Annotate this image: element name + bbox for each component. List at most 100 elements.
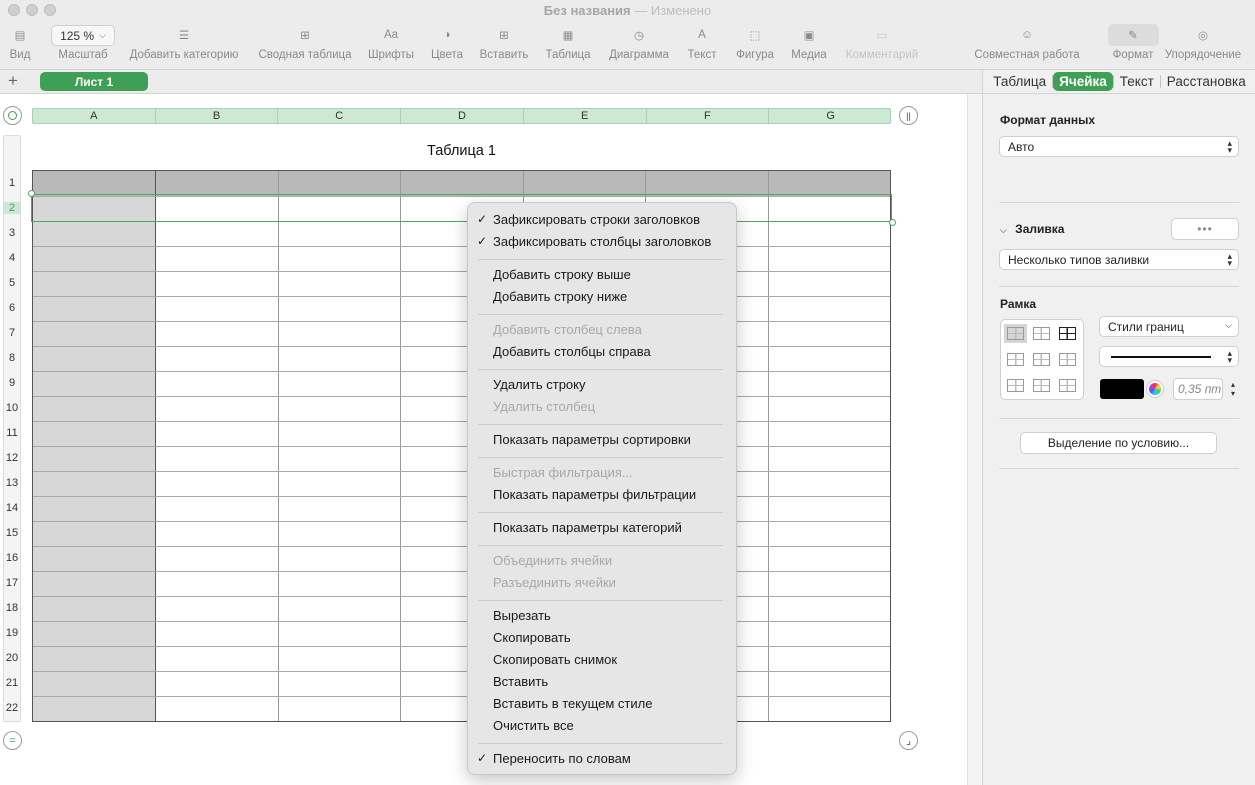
menu-item[interactable]: Зафиксировать строки заголовков: [493, 212, 700, 227]
column-header[interactable]: A: [33, 109, 156, 123]
checkmark-icon: ✓: [477, 234, 488, 248]
row-header[interactable]: 22: [4, 702, 20, 714]
row-header[interactable]: 10: [4, 402, 20, 414]
selection-handle[interactable]: [28, 190, 35, 197]
toolbar-list-button[interactable]: ☰ Добавить категорию: [124, 26, 244, 66]
pause-icon: ||: [906, 110, 911, 121]
border-option-icon[interactable]: [1033, 327, 1050, 340]
row-header[interactable]: 4: [4, 252, 20, 264]
document-status: Изменено: [650, 3, 712, 18]
selection-handle[interactable]: [889, 219, 896, 226]
row-header[interactable]: 9: [4, 377, 20, 389]
menu-item[interactable]: Очистить все: [493, 718, 574, 733]
row-header[interactable]: 5: [4, 277, 20, 289]
conditional-highlight-button[interactable]: Выделение по условию...: [1020, 432, 1217, 454]
chevron-down-icon: ⌵: [1225, 320, 1232, 330]
row-header[interactable]: 19: [4, 627, 20, 639]
column-header[interactable]: G: [769, 109, 892, 123]
toolbar-label: Комментарий: [845, 49, 919, 61]
sidebar-tab[interactable]: Расстановка: [1161, 72, 1252, 91]
column-header[interactable]: F: [647, 109, 770, 123]
row-header[interactable]: 12: [4, 452, 20, 464]
border-option-icon[interactable]: [1033, 353, 1050, 366]
row-header[interactable]: 8: [4, 352, 20, 364]
border-option-icon[interactable]: [1004, 324, 1027, 343]
row-header[interactable]: 3: [4, 227, 20, 239]
table-title[interactable]: Таблица 1: [32, 143, 891, 159]
column-header[interactable]: B: [156, 109, 279, 123]
menu-item[interactable]: Показать параметры фильтрации: [493, 487, 696, 502]
color-wheel-icon[interactable]: [1147, 381, 1163, 397]
sheet-tab[interactable]: Лист 1: [40, 72, 148, 91]
fill-type-select[interactable]: Несколько типов заливки ▴ ▾: [999, 249, 1239, 270]
menu-item[interactable]: Переносить по словам: [493, 751, 631, 766]
menu-item[interactable]: Показать параметры сортировки: [493, 432, 691, 447]
row-header[interactable]: 13: [4, 477, 20, 489]
row-header[interactable]: 18: [4, 602, 20, 614]
menu-item[interactable]: Добавить строку ниже: [493, 289, 627, 304]
column-header[interactable]: E: [524, 109, 647, 123]
row-header[interactable]: 17: [4, 577, 20, 589]
menu-item[interactable]: Вставить: [493, 674, 548, 689]
border-option-icon[interactable]: [1059, 327, 1076, 340]
row-header[interactable]: 2: [4, 202, 20, 214]
sidebar-tab[interactable]: Текст: [1114, 72, 1160, 91]
row-header[interactable]: 6: [4, 302, 20, 314]
stroke-width-field[interactable]: 0,35 пт: [1173, 378, 1223, 400]
data-format-select[interactable]: Авто ▴ ▾: [999, 136, 1239, 157]
menu-item[interactable]: Вырезать: [493, 608, 551, 623]
border-option-icon[interactable]: [1059, 353, 1076, 366]
row-header[interactable]: 15: [4, 527, 20, 539]
fill-section-toggle[interactable]: ⌵ Заливка: [1000, 222, 1064, 236]
stroke-width-stepper[interactable]: ▴ ▾: [1227, 378, 1239, 400]
menu-item[interactable]: Добавить строку выше: [493, 267, 631, 282]
toolbar-label: Добавить категорию: [129, 49, 239, 61]
border-option-icon[interactable]: [1033, 379, 1050, 392]
toolbar-comment-button[interactable]: ▭ Комментарий: [822, 26, 942, 66]
context-menu: ✓ Зафиксировать строки заголовков ✓ Зафикси…: [467, 202, 737, 775]
table-grid[interactable]: [32, 170, 891, 722]
toolbar-collaborate-button[interactable]: ☺ Совместная работа: [967, 26, 1087, 66]
vertical-scrollbar[interactable]: [967, 94, 982, 785]
column-pause-handle[interactable]: ||: [899, 106, 918, 125]
row-header[interactable]: 16: [4, 552, 20, 564]
border-option-icon[interactable]: [1059, 379, 1076, 392]
data-format-value: Авто: [1008, 139, 1035, 154]
select-all-button[interactable]: [3, 106, 22, 125]
stroke-color-well[interactable]: [1100, 379, 1144, 399]
sidebar-tab[interactable]: Таблица: [987, 72, 1052, 91]
line-style-select[interactable]: ▴ ▾: [1099, 346, 1239, 367]
menu-item: Добавить столбец слева: [493, 322, 642, 337]
menu-item[interactable]: Скопировать: [493, 630, 571, 645]
add-sheet-button[interactable]: +: [8, 71, 18, 91]
row-header[interactable]: 20: [4, 652, 20, 664]
row-header[interactable]: 7: [4, 327, 20, 339]
fill-more-button[interactable]: •••: [1171, 218, 1239, 240]
border-picker[interactable]: [1000, 319, 1084, 400]
menu-item[interactable]: Показать параметры категорий: [493, 520, 682, 535]
menu-item[interactable]: Вставить в текущем стиле: [493, 696, 652, 711]
divider: [999, 286, 1239, 287]
menu-item[interactable]: Добавить столбцы справа: [493, 344, 651, 359]
row-header[interactable]: 14: [4, 502, 20, 514]
border-option-icon[interactable]: [1007, 379, 1024, 392]
sidebar-tab[interactable]: Ячейка: [1053, 72, 1113, 91]
row-gridline: [33, 296, 890, 297]
border-option-icon[interactable]: [1007, 353, 1024, 366]
column-header[interactable]: D: [401, 109, 524, 123]
row-header[interactable]: 1: [4, 177, 20, 189]
menu-item[interactable]: Удалить строку: [493, 377, 586, 392]
toolbar-arrange-button[interactable]: ◎ Упорядочение: [1143, 26, 1255, 66]
list-icon: ☰: [178, 30, 190, 42]
row-header[interactable]: 11: [4, 427, 20, 439]
column-header[interactable]: C: [278, 109, 402, 123]
menu-item[interactable]: Скопировать снимок: [493, 652, 617, 667]
menu-item[interactable]: Зафиксировать столбцы заголовков: [493, 234, 711, 249]
add-row-button[interactable]: =: [3, 731, 22, 750]
border-styles-select[interactable]: Стили границ ⌵: [1099, 316, 1239, 337]
row-header[interactable]: 21: [4, 677, 20, 689]
row-header-bar: 1 2 3 4 5 6 7 8 9 10 11 12 13 14 15 16 17 18 19 20 21 22: [3, 135, 21, 722]
menu-separator: [478, 743, 723, 744]
menu-separator: [478, 545, 723, 546]
resize-table-handle[interactable]: ⌟: [899, 731, 918, 750]
